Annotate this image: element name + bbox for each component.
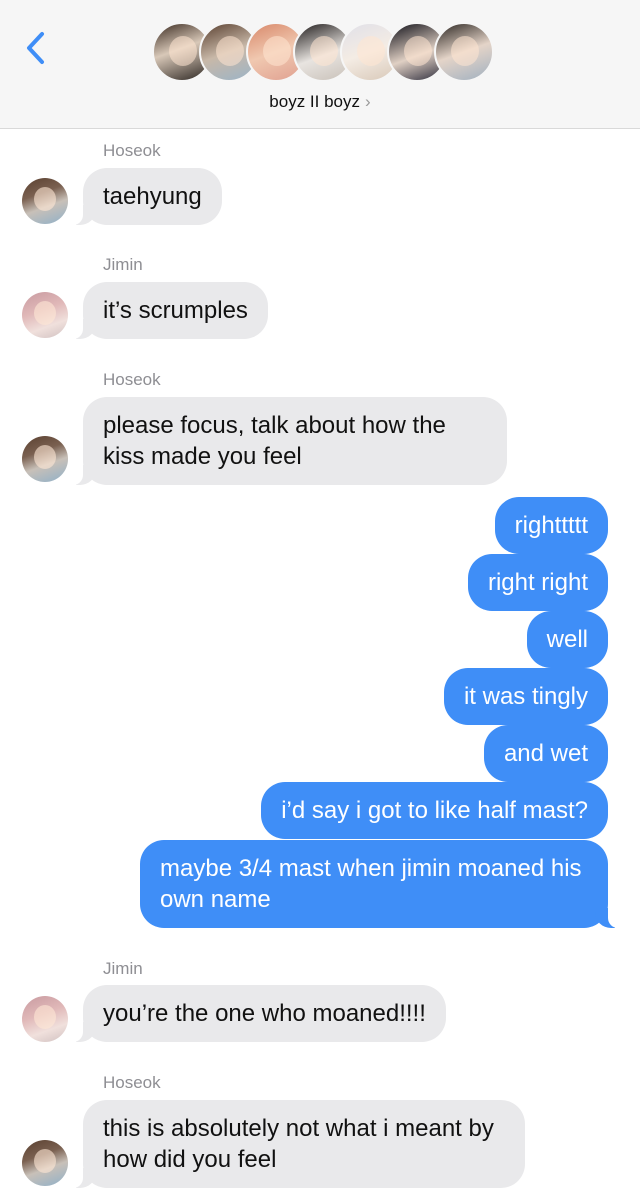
outgoing-message[interactable]: maybe 3/4 mast when jimin moaned his own…: [140, 840, 618, 928]
message-text: right right: [487, 569, 588, 596]
outgoing-message[interactable]: well: [526, 611, 608, 668]
hoseok-avatar: [22, 1140, 68, 1186]
conversation-header: boyz II boyz ›: [0, 0, 640, 129]
outgoing-message[interactable]: and wet: [483, 725, 608, 782]
incoming-message[interactable]: it’s scrumples: [73, 282, 268, 339]
hoseok-avatar: [22, 436, 68, 482]
incoming-message[interactable]: please focus, talk about how the kiss ma…: [73, 397, 507, 485]
message-text: and wet: [503, 740, 588, 767]
message-text: it’s scrumples: [103, 297, 248, 324]
outgoing-message[interactable]: righttttt: [494, 497, 608, 554]
sender-name: Jimin: [103, 959, 143, 978]
member-avatar: [434, 22, 494, 82]
message-text: you’re the one who moaned!!!!: [103, 1000, 426, 1027]
incoming-message[interactable]: you’re the one who moaned!!!!: [73, 985, 446, 1042]
message-text: maybe 3/4 mast when jimin moaned his own…: [160, 855, 582, 913]
message-text: well: [546, 626, 588, 653]
sender-name: Jimin: [103, 255, 143, 274]
message-text: i’d say i got to like half mast?: [281, 797, 588, 824]
outgoing-message[interactable]: right right: [467, 554, 608, 611]
outgoing-message[interactable]: i’d say i got to like half mast?: [261, 782, 608, 839]
sender-name: Hoseok: [103, 1073, 161, 1092]
message-text: this is absolutely not what i meant by h…: [103, 1115, 494, 1173]
jimin-avatar: [22, 292, 68, 338]
jimin-avatar: [22, 996, 68, 1042]
message-text: it was tingly: [463, 683, 588, 710]
message-text: righttttt: [514, 512, 588, 539]
hoseok-avatar: [22, 178, 68, 224]
group-avatars[interactable]: [0, 22, 640, 84]
sender-name: Hoseok: [103, 141, 161, 160]
incoming-message[interactable]: this is absolutely not what i meant by h…: [73, 1100, 525, 1188]
outgoing-message[interactable]: it was tingly: [443, 668, 608, 725]
group-name: boyz II boyz: [269, 92, 361, 111]
message-text: please focus, talk about how the kiss ma…: [103, 412, 446, 470]
incoming-message[interactable]: taehyung: [73, 168, 222, 225]
chevron-right-icon: ›: [365, 92, 371, 111]
group-name-link[interactable]: boyz II boyz ›: [0, 92, 640, 112]
sender-name: Hoseok: [103, 370, 161, 389]
message-text: taehyung: [103, 183, 202, 210]
